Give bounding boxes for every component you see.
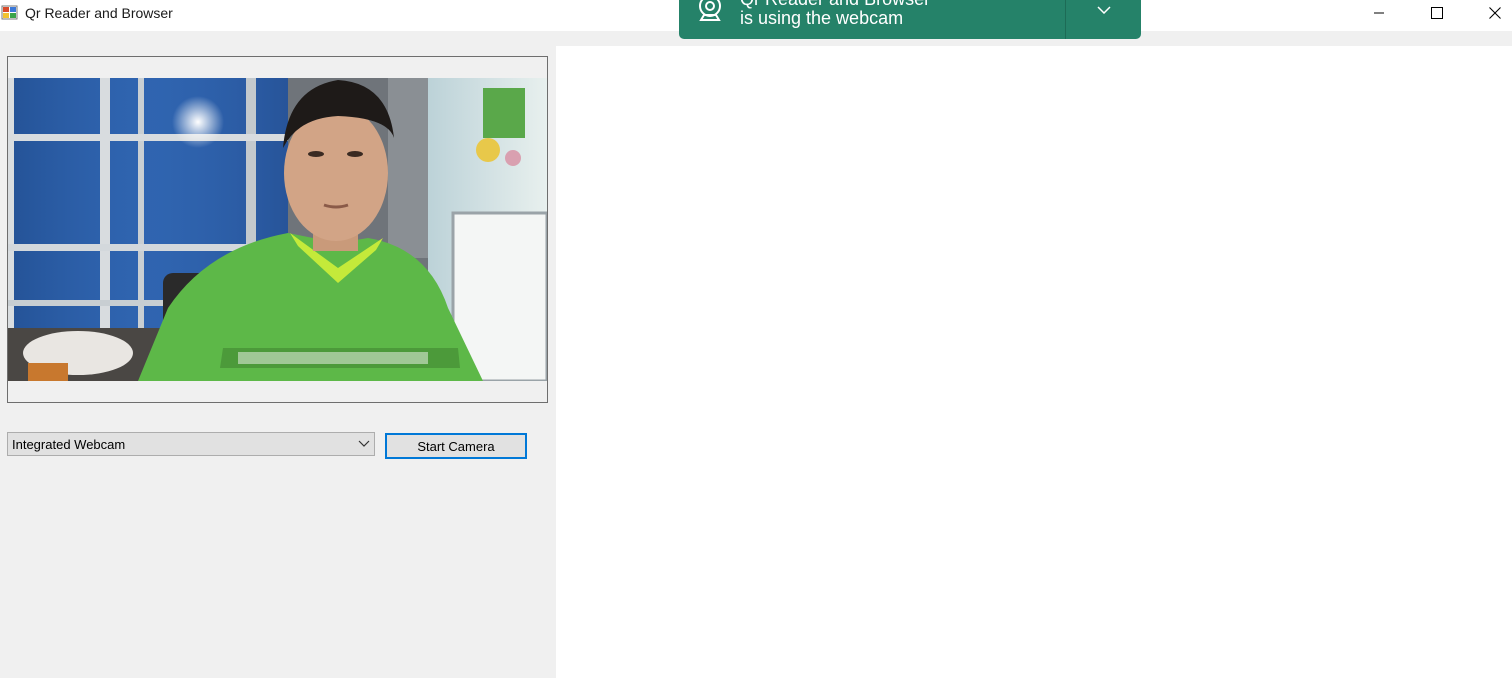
maximize-button[interactable] [1408, 0, 1466, 25]
start-camera-button[interactable]: Start Camera [385, 433, 527, 459]
minimize-icon [1374, 12, 1384, 13]
webcam-privacy-toast[interactable]: Qr Reader and Browser is using the webca… [679, 0, 1141, 39]
camera-preview-image [8, 78, 547, 381]
minimize-button[interactable] [1350, 0, 1408, 25]
window-title: Qr Reader and Browser [25, 5, 173, 21]
close-icon [1489, 6, 1501, 19]
browser-view[interactable] [556, 46, 1512, 678]
maximize-icon [1431, 6, 1443, 19]
camera-device-select[interactable]: Integrated Webcam [7, 432, 375, 456]
toast-message: is using the webcam [740, 8, 904, 28]
webcam-icon [699, 0, 721, 21]
toast-expand-button[interactable] [1066, 0, 1141, 20]
close-button[interactable] [1466, 0, 1512, 25]
chevron-down-icon [1096, 6, 1111, 14]
camera-preview-box [7, 56, 548, 403]
chevron-down-icon [358, 440, 370, 447]
app-icon [1, 5, 18, 20]
browser-scrollbar[interactable] [1493, 46, 1510, 678]
camera-device-selected-value: Integrated Webcam [12, 437, 126, 452]
